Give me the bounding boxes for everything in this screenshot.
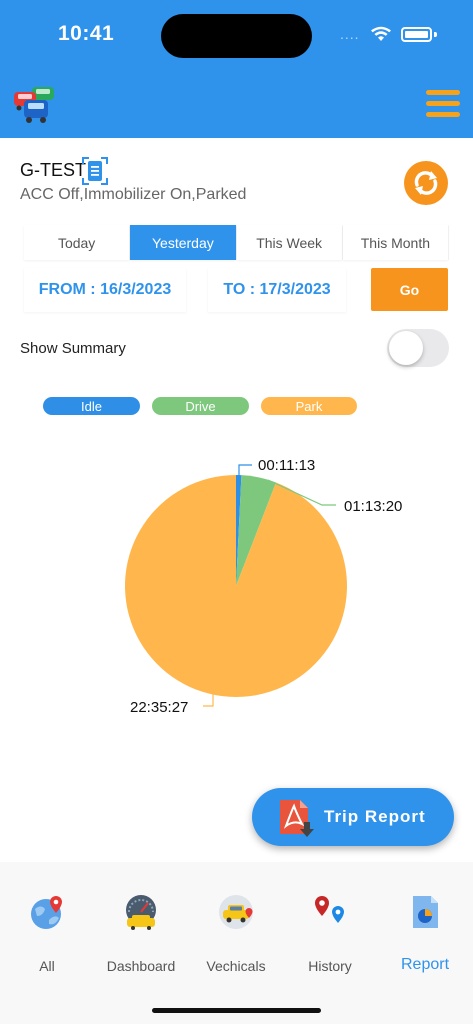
car-pin-icon: [219, 895, 253, 929]
legend-park: Park: [261, 397, 357, 415]
menu-icon[interactable]: [426, 88, 460, 120]
data-label-idle: 00:11:13: [258, 457, 315, 474]
status-time: 10:41: [58, 22, 115, 45]
nav-vehicles[interactable]: Vechicals: [189, 862, 283, 982]
wifi-icon: [371, 26, 391, 41]
pie-chart: 00:11:13 01:13:20 22:35:27: [124, 457, 402, 716]
nav-report[interactable]: Report: [378, 862, 472, 982]
screen: 10:41 .... G-TEST ACC Off,Immobilizer On…: [0, 0, 473, 1024]
globe-pin-icon: [31, 896, 62, 929]
trip-report-button[interactable]: Trip Report: [252, 788, 454, 846]
pdf-download-icon: [280, 800, 314, 837]
legend-idle: Idle: [43, 397, 140, 415]
to-date[interactable]: TO : 17/3/2023: [208, 268, 346, 312]
speedometer-car-icon: [126, 895, 156, 930]
app-header: 10:41 ....: [0, 0, 473, 138]
data-label-park: 22:35:27: [130, 699, 188, 716]
dynamic-island: [161, 14, 312, 58]
tab-this-month[interactable]: This Month: [342, 225, 448, 260]
from-date[interactable]: FROM : 16/3/2023: [24, 268, 186, 312]
home-indicator: [152, 1008, 321, 1013]
map-pins-icon: [315, 896, 344, 923]
vehicle-name: G-TEST: [20, 160, 86, 180]
go-button[interactable]: Go: [371, 268, 448, 311]
tab-today[interactable]: Today: [24, 225, 130, 260]
data-label-drive: 01:13:20: [344, 498, 402, 515]
nav-dashboard[interactable]: Dashboard: [94, 862, 188, 982]
pie-slice-park: [124, 474, 347, 697]
show-summary-label: Show Summary: [20, 340, 126, 357]
pie-report-icon: [413, 896, 438, 928]
signal-dots: ....: [340, 26, 360, 42]
nav-label-history: History: [308, 958, 352, 974]
nav-label-report: Report: [400, 956, 450, 973]
vehicle-status: ACC Off,Immobilizer On,Parked: [20, 186, 247, 203]
nav-all[interactable]: All: [0, 862, 94, 982]
app-logo-cars-icon: [14, 87, 54, 123]
trip-report-label: Trip Report: [324, 807, 426, 826]
tab-this-week[interactable]: This Week: [236, 225, 342, 260]
document-scan-icon[interactable]: [82, 157, 108, 185]
refresh-button[interactable]: [404, 161, 448, 205]
nav-history[interactable]: History: [283, 862, 377, 982]
tab-yesterday[interactable]: Yesterday: [130, 225, 236, 260]
nav-label-dashboard: Dashboard: [106, 958, 176, 974]
bottom-navigation: All Dashboard Vechicals History Report: [0, 862, 473, 1024]
show-summary-toggle[interactable]: [387, 329, 449, 367]
nav-label-all: All: [39, 958, 55, 974]
legend-drive: Drive: [152, 397, 249, 415]
refresh-icon: [414, 171, 438, 195]
period-tabs: Today Yesterday This Week This Month: [24, 225, 449, 260]
battery-icon: [401, 27, 437, 42]
nav-label-vehicles: Vechicals: [206, 958, 266, 974]
